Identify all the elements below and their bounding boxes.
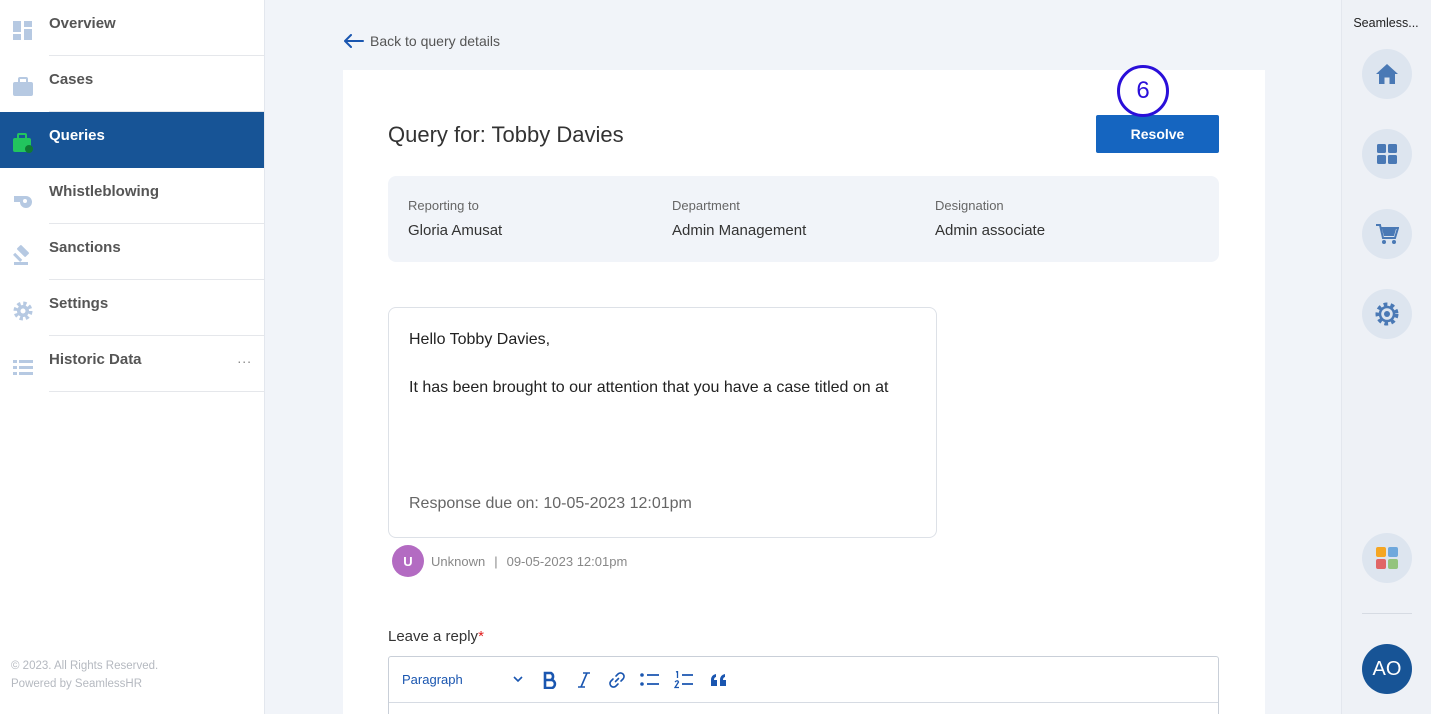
response-due-text: Response due on: 10-05-2023 12:01pm: [409, 495, 692, 512]
list-icon: [13, 360, 33, 375]
powered-by-text: Powered by SeamlessHR: [11, 678, 143, 690]
sidebar-item-overview[interactable]: Overview: [0, 0, 264, 56]
sidebar-item-queries[interactable]: Queries: [0, 112, 264, 168]
query-message: Hello Tobby Davies, It has been brought …: [388, 307, 937, 538]
briefcase-icon: [13, 77, 33, 96]
resolve-button[interactable]: Resolve: [1096, 115, 1219, 153]
cart-icon: [1376, 224, 1399, 244]
back-link-label: Back to query details: [370, 33, 500, 49]
user-avatar[interactable]: AO: [1362, 644, 1412, 694]
colorful-grid-icon: [1376, 547, 1398, 569]
sidebar-item-label: Whistleblowing: [49, 183, 159, 200]
info-label: Designation: [935, 198, 1004, 213]
reply-editor[interactable]: Paragraph: [388, 656, 1219, 714]
sidebar-item-label: Sanctions: [49, 239, 121, 256]
query-card: Query for: Tobby Davies Resolve 6 Report…: [343, 65, 1265, 714]
step-badge: 6: [1117, 65, 1169, 117]
message-body: It has been brought to our attention tha…: [409, 379, 889, 396]
sent-timestamp: 09-05-2023 12:01pm: [506, 553, 628, 569]
sidebar-item-historic-data[interactable]: Historic Data ...: [0, 336, 264, 392]
blockquote-button[interactable]: [709, 670, 729, 690]
quote-icon: [711, 674, 726, 686]
divider: [49, 391, 264, 392]
link-icon: [609, 672, 625, 688]
info-reporting-to: Reporting to Gloria Amusat: [408, 198, 502, 239]
gear-icon: [13, 301, 33, 321]
sender-name: Unknown: [431, 553, 486, 569]
required-mark: *: [478, 628, 484, 645]
sidebar-item-label: Settings: [49, 295, 109, 312]
chevron-down-icon: [513, 676, 523, 683]
arrow-left-icon: [344, 34, 364, 48]
back-link[interactable]: Back to query details: [344, 33, 500, 49]
editor-toolbar: Paragraph: [389, 657, 1218, 703]
message-sender: U Unknown | 09-05-2023 12:01pm: [392, 545, 627, 577]
admin-settings-button[interactable]: [1362, 289, 1412, 339]
info-designation: Designation Admin associate: [935, 198, 1045, 239]
bold-button[interactable]: [540, 670, 560, 690]
sidebar: Overview Cases Queries Whistleblowing Sa…: [0, 0, 265, 714]
numbered-list-icon: [674, 671, 693, 689]
bulleted-list-icon: [640, 673, 659, 686]
info-department: Department Admin Management: [672, 198, 806, 239]
apps-grid-button[interactable]: [1362, 129, 1412, 179]
query-briefcase-icon: [13, 133, 33, 153]
whistle-icon: [14, 196, 32, 208]
gavel-icon: [13, 245, 29, 265]
rail-title: Seamless...: [1353, 16, 1419, 30]
employee-info-box: Reporting to Gloria Amusat Department Ad…: [388, 176, 1219, 262]
info-value: Gloria Amusat: [408, 222, 503, 239]
home-button[interactable]: [1362, 49, 1412, 99]
info-label: Department: [672, 198, 740, 213]
copyright-text: © 2023. All Rights Reserved.: [11, 660, 159, 672]
sidebar-item-label: Historic Data: [49, 351, 142, 368]
info-value: Admin associate: [935, 222, 1046, 239]
reply-label: Leave a reply*: [388, 628, 484, 645]
italic-button[interactable]: [574, 670, 594, 690]
italic-icon: [578, 672, 590, 688]
sidebar-item-label: Cases: [49, 71, 94, 88]
sidebar-item-cases[interactable]: Cases: [0, 56, 264, 112]
page-title: Query for: Tobby Davies: [388, 122, 624, 147]
info-label: Reporting to: [408, 198, 479, 213]
cart-button[interactable]: [1362, 209, 1412, 259]
reply-label-text: Leave a reply: [388, 628, 479, 645]
sidebar-item-label: Queries: [49, 127, 105, 144]
bold-icon: [543, 671, 557, 689]
format-select-value: Paragraph: [402, 672, 463, 687]
info-value: Admin Management: [672, 222, 807, 239]
message-greeting: Hello Tobby Davies,: [409, 331, 551, 348]
separator: |: [494, 553, 498, 569]
avatar: U: [392, 545, 424, 577]
bulleted-list-button[interactable]: [640, 670, 660, 690]
more-apps-button[interactable]: [1362, 533, 1412, 583]
settings-cog-icon: [1375, 302, 1399, 326]
paragraph-format-select[interactable]: Paragraph: [402, 672, 523, 687]
divider: [1362, 613, 1412, 614]
dashboard-icon: [13, 21, 32, 40]
sidebar-item-label: Overview: [49, 15, 116, 32]
sidebar-item-whistleblowing[interactable]: Whistleblowing: [0, 168, 264, 224]
home-icon: [1376, 64, 1398, 84]
numbered-list-button[interactable]: [674, 670, 694, 690]
sidebar-item-settings[interactable]: Settings: [0, 280, 264, 336]
more-options-button[interactable]: ...: [237, 350, 252, 366]
link-button[interactable]: [607, 670, 627, 690]
app-switcher-rail: Seamless... AO: [1341, 0, 1431, 714]
sidebar-item-sanctions[interactable]: Sanctions: [0, 224, 264, 280]
apps-grid-icon: [1377, 144, 1397, 164]
